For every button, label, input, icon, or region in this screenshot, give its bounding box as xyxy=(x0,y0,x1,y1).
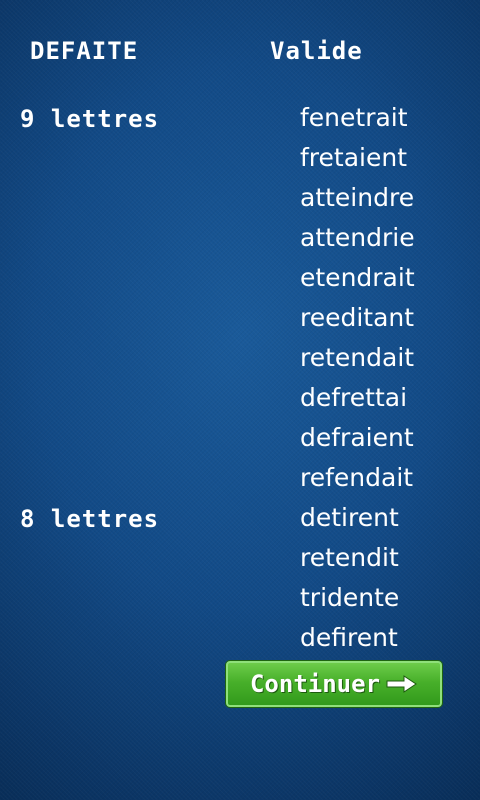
valid-words-list: fenetrait fretaient atteindre attendrie … xyxy=(300,98,415,658)
word-item: defraient xyxy=(300,423,414,452)
word-item: detirent xyxy=(300,503,399,532)
game-status: DEFAITE xyxy=(30,37,139,65)
word-item: fenetrait xyxy=(300,103,408,132)
continue-button-label: Continuer xyxy=(249,670,381,698)
word-item: refendait xyxy=(300,463,414,492)
word-item: etendrait xyxy=(300,263,415,292)
word-item: atteindre xyxy=(300,183,415,212)
valid-words-title: Valide xyxy=(270,37,363,65)
word-item: attendrie xyxy=(300,223,415,252)
arrow-right-icon xyxy=(386,674,418,694)
word-item: defrettai xyxy=(300,383,408,412)
word-item: reeditant xyxy=(300,303,415,332)
word-item: defirent xyxy=(300,623,398,652)
word-item: retendit xyxy=(300,543,399,572)
group-label-9-letters: 9 lettres xyxy=(20,105,160,133)
word-item: retendait xyxy=(300,343,415,372)
group-label-8-letters: 8 lettres xyxy=(20,505,160,533)
word-item: tridente xyxy=(300,583,400,612)
results-header: DEFAITE Valide xyxy=(0,36,480,66)
word-item: fretaient xyxy=(300,143,408,172)
continue-button[interactable]: Continuer xyxy=(226,661,442,707)
